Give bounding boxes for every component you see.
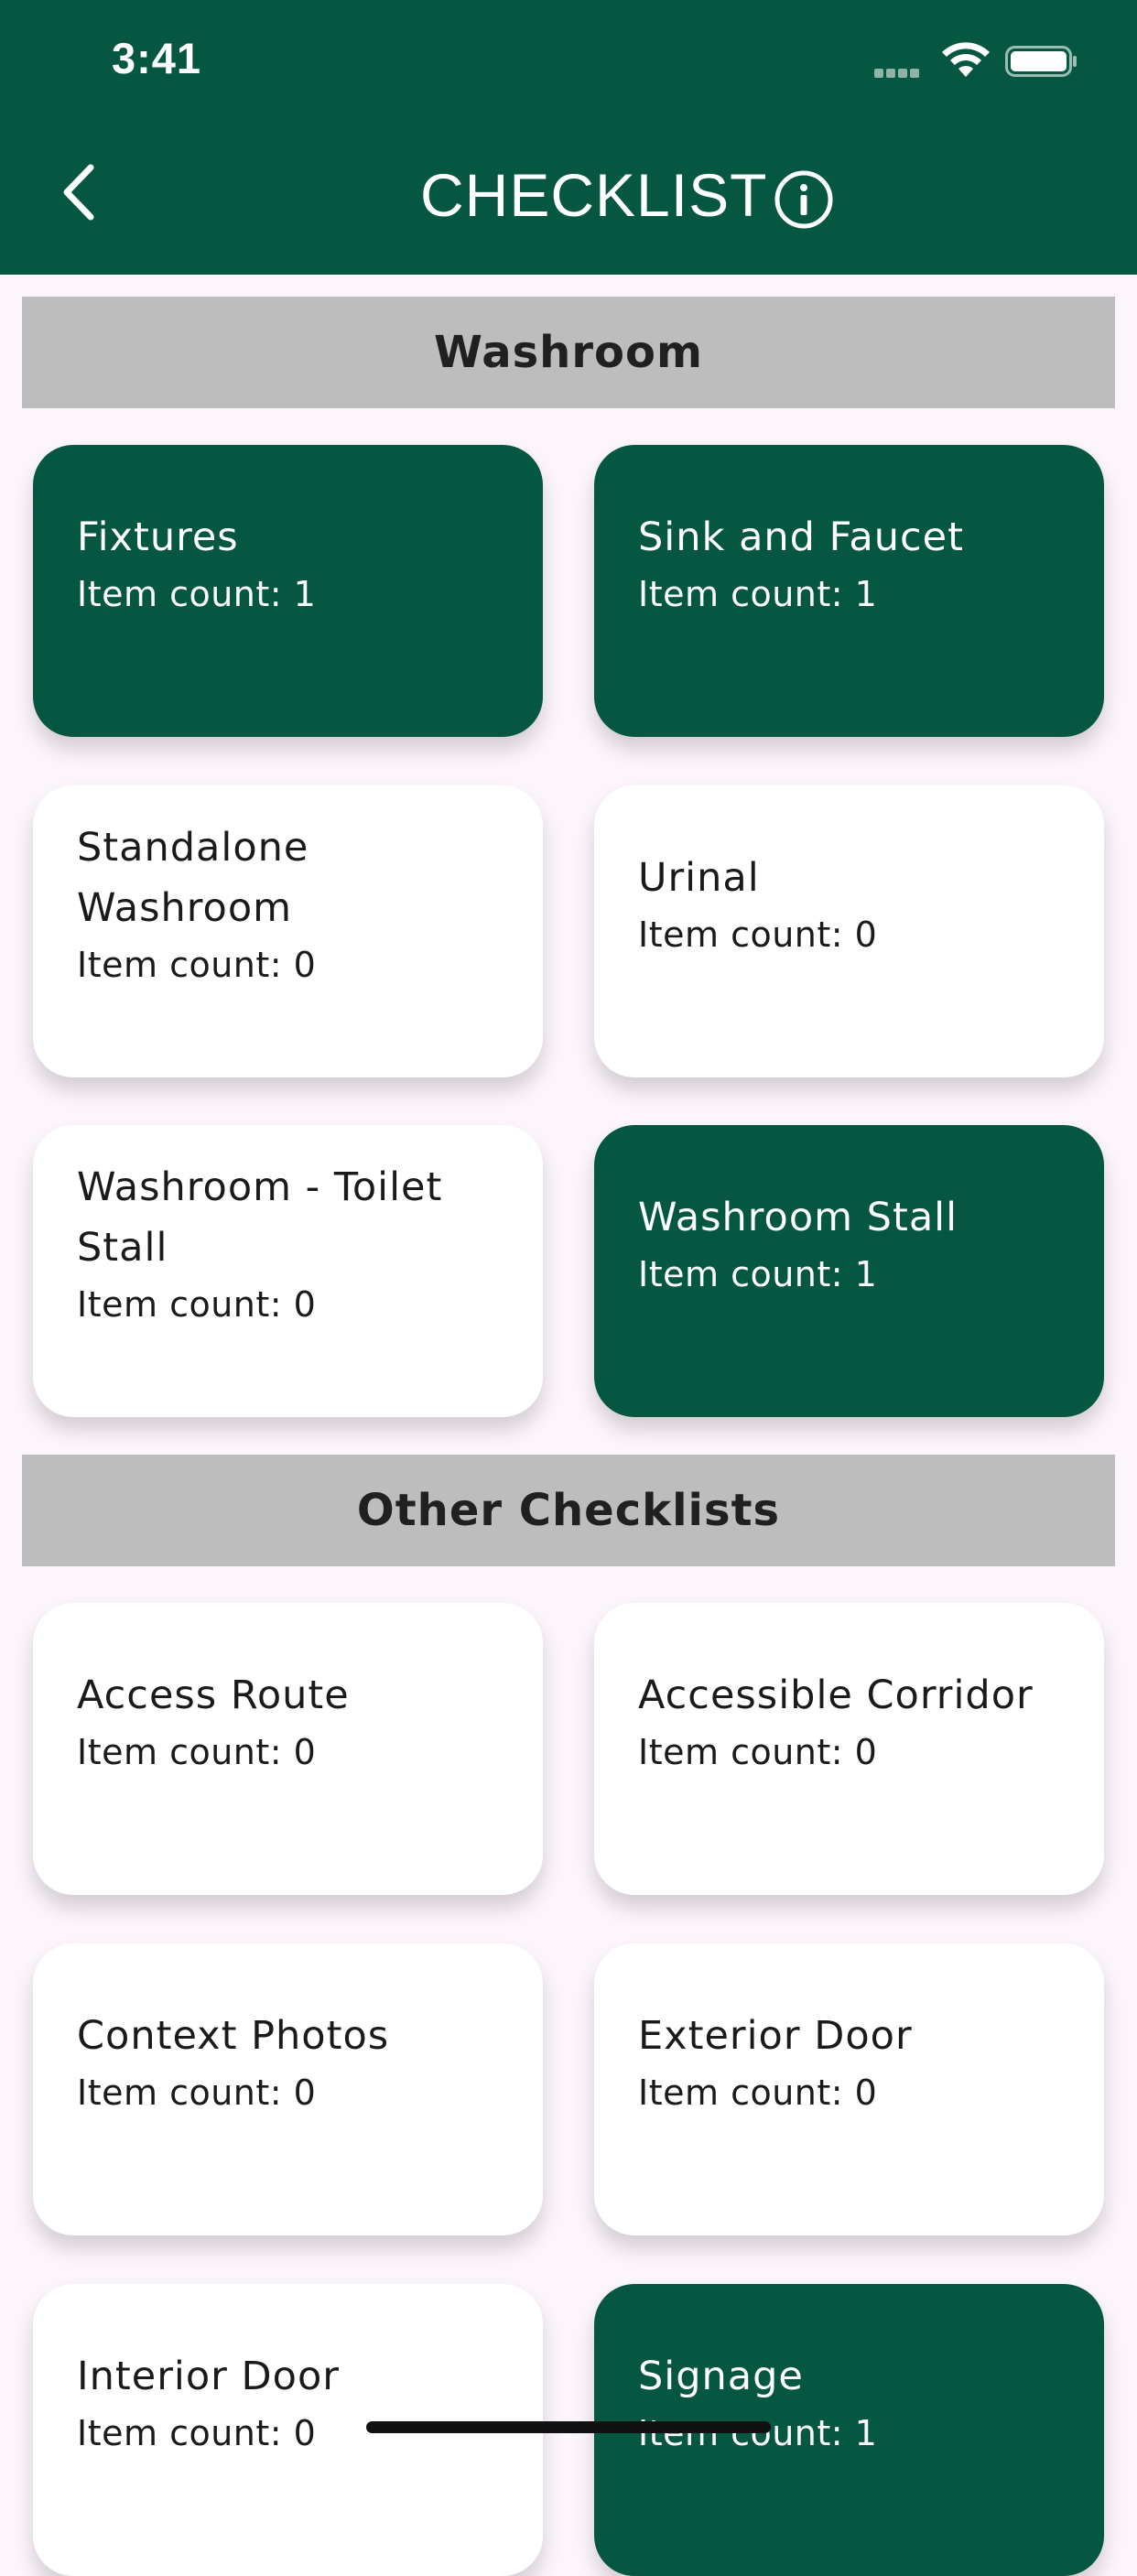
checklist-card-fixtures[interactable]: Fixtures Item count: 1 <box>33 445 543 737</box>
card-title: Washroom - Toilet Stall <box>77 1164 443 1271</box>
card-title: Washroom Stall <box>638 1194 958 1240</box>
card-title: Access Route <box>77 1672 350 1718</box>
card-title: Signage <box>638 2353 804 2399</box>
info-icon[interactable] <box>774 169 834 230</box>
card-title: Exterior Door <box>638 2012 913 2059</box>
card-item-count: Item count: 1 <box>638 1253 878 1294</box>
section-header-washroom: Washroom <box>22 297 1115 408</box>
card-item-count: Item count: 0 <box>638 2072 878 2113</box>
card-item-count: Item count: 0 <box>77 2072 317 2113</box>
checklist-card-exterior-door[interactable]: Exterior Door Item count: 0 <box>594 1943 1104 2235</box>
card-item-count: Item count: 0 <box>77 944 317 985</box>
card-title: Fixtures <box>77 514 239 560</box>
back-button[interactable] <box>50 156 105 229</box>
checklist-card-standalone-washroom[interactable]: Standalone Washroom Item count: 0 <box>33 785 543 1077</box>
card-item-count: Item count: 0 <box>77 1731 317 1772</box>
status-bar: 3:41 <box>0 0 1137 124</box>
section-header-other-checklists: Other Checklists <box>22 1455 1115 1566</box>
navigation-bar: CHECKLIST <box>0 124 1137 275</box>
checklist-card-urinal[interactable]: Urinal Item count: 0 <box>594 785 1104 1077</box>
card-item-count: Item count: 0 <box>638 914 878 955</box>
checklist-card-access-route[interactable]: Access Route Item count: 0 <box>33 1603 543 1895</box>
card-item-count: Item count: 1 <box>638 573 878 614</box>
wifi-icon <box>942 42 990 77</box>
cellular-signal-icon <box>874 64 922 81</box>
home-indicator[interactable] <box>366 2421 771 2433</box>
checklist-card-context-photos[interactable]: Context Photos Item count: 0 <box>33 1943 543 2235</box>
status-time: 3:41 <box>112 34 202 82</box>
checklist-card-washroom-stall[interactable]: Washroom Stall Item count: 1 <box>594 1125 1104 1417</box>
card-title: Urinal <box>638 854 760 901</box>
card-item-count: Item count: 0 <box>77 1283 317 1325</box>
card-title: Context Photos <box>77 2012 390 2059</box>
card-title: Accessible Corridor <box>638 1672 1034 1718</box>
checklist-card-accessible-corridor[interactable]: Accessible Corridor Item count: 0 <box>594 1603 1104 1895</box>
card-title: Interior Door <box>77 2353 340 2399</box>
card-title: Sink and Faucet <box>638 514 964 560</box>
page-title: CHECKLIST <box>420 161 768 229</box>
battery-icon <box>1005 46 1077 77</box>
card-item-count: Item count: 1 <box>77 573 317 614</box>
checklist-card-sink-and-faucet[interactable]: Sink and Faucet Item count: 1 <box>594 445 1104 737</box>
card-item-count: Item count: 0 <box>638 1731 878 1772</box>
chevron-left-icon <box>63 164 94 221</box>
checklist-card-washroom-toilet-stall[interactable]: Washroom - Toilet Stall Item count: 0 <box>33 1125 543 1417</box>
card-title: Standalone Washroom <box>77 824 309 931</box>
